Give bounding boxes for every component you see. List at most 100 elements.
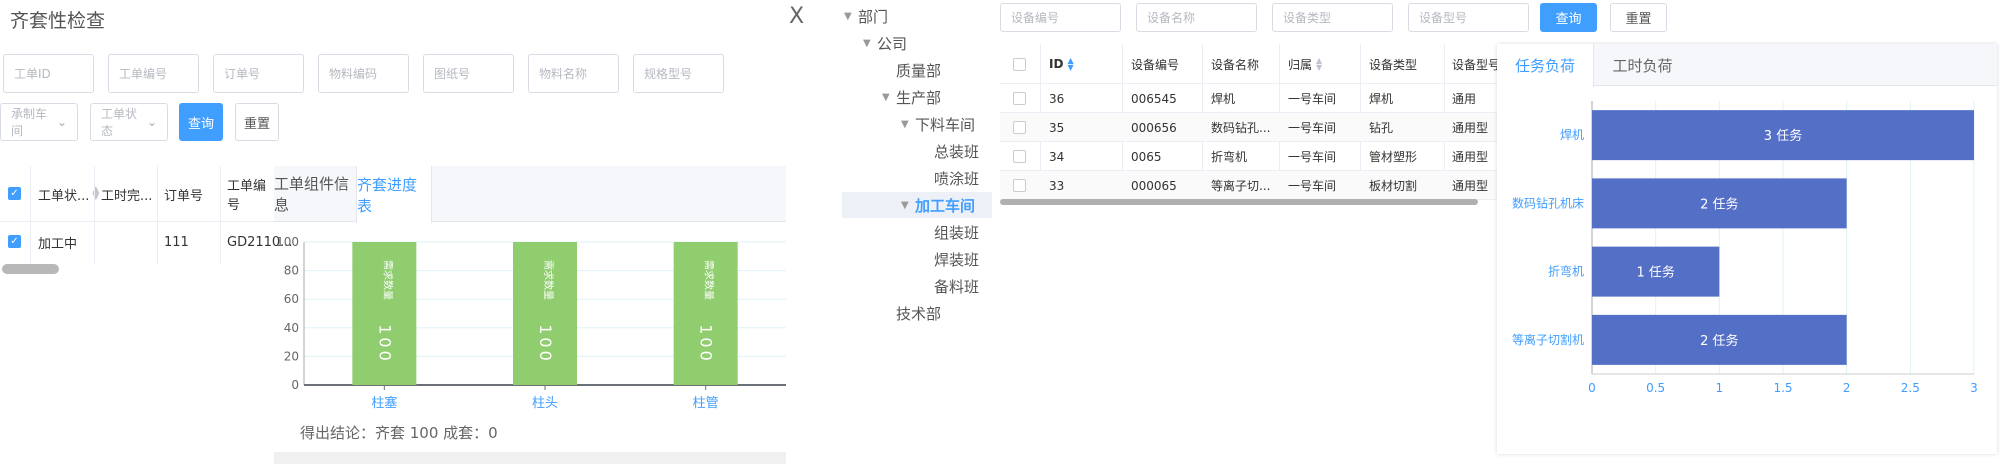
cell-id: 33 <box>1049 178 1065 193</box>
caret-down-icon[interactable]: ▼ <box>844 11 858 22</box>
spec-model-input[interactable]: 规格型号 <box>633 54 724 93</box>
tree-node-label: 喷涂班 <box>934 169 980 188</box>
x-category-label[interactable]: 柱管 <box>693 396 719 411</box>
x-tick-label: 2 <box>1843 381 1851 395</box>
row-checkbox[interactable] <box>1013 150 1026 163</box>
equipment-type-input[interactable]: 设备类型 <box>1272 3 1393 32</box>
progress-bar-chart: 0 20 40 60 80 100 需求数量 100 柱塞 需求数量 100 柱头 需求数量 100 柱管 <box>276 235 786 411</box>
tab-progress[interactable]: 齐套进度表 <box>356 166 432 223</box>
equipment-table: ID ▲ ▼ 设备编号 设备名称 归属 ▲ ▼ 设备类型 设备型号 36 006545 焊机 一号车间 焊机… <box>1000 44 1500 205</box>
row-checkbox[interactable] <box>1013 121 1026 134</box>
material-name-input[interactable]: 物料名称 <box>528 54 619 93</box>
tree-node[interactable]: ▼ 生产部 <box>842 84 992 110</box>
caret-down-icon[interactable]: ▼ <box>863 38 877 49</box>
chevron-down-icon: ⌄ <box>56 115 67 129</box>
y-category-label[interactable]: 数码钻孔机床 <box>1512 195 1584 210</box>
caret-down-icon[interactable]: ▼ <box>901 200 915 211</box>
col-header-code: 工单编号 <box>227 179 267 213</box>
cell-model: 通用型 <box>1452 150 1489 164</box>
table-row[interactable]: 35 000656 数码钻孔... 一号车间 钻孔 通用型 <box>1000 113 1500 142</box>
cell-name: 等离子切... <box>1211 179 1271 193</box>
y-category-label[interactable]: 折弯机 <box>1548 264 1584 279</box>
cell-name: 折弯机 <box>1211 150 1248 164</box>
order-table: ✓ 工单状... ▲ ▼ 工时完... 订单号 工单编号 ✓ 加工中 111 GD… <box>0 166 293 274</box>
col-header-status[interactable]: 工单状... ▲ ▼ <box>38 166 99 222</box>
reset-button[interactable]: 重置 <box>235 103 279 141</box>
query-button[interactable]: 查询 <box>179 103 223 141</box>
row-checkbox[interactable] <box>1013 92 1026 105</box>
sort-icon[interactable]: ▲ ▼ <box>1067 57 1073 72</box>
cell-status: 加工中 <box>38 236 78 252</box>
tree-node[interactable]: ▼ 下料车间 <box>842 111 992 137</box>
dialog-title: 齐套性检查 <box>10 10 106 32</box>
cell-type: 管材塑形 <box>1369 150 1418 164</box>
horizontal-scrollbar[interactable] <box>274 452 786 464</box>
close-icon[interactable]: X <box>789 4 804 29</box>
y-category-label[interactable]: 等离子切割机 <box>1512 332 1584 347</box>
order-code-input[interactable]: 工单编号 <box>108 54 199 93</box>
table-row[interactable]: ✓ 加工中 111 GD2110... <box>0 222 293 262</box>
x-category-label[interactable]: 柱头 <box>532 396 558 411</box>
row-checkbox[interactable] <box>1013 179 1026 192</box>
cell-owner: 一号车间 <box>1288 92 1337 106</box>
x-category-label[interactable]: 柱塞 <box>371 395 397 411</box>
tree-node-label: 生产部 <box>896 88 942 107</box>
bar-value-label: 3 任务 <box>1764 128 1802 144</box>
equipment-model-input[interactable]: 设备型号 <box>1408 3 1529 32</box>
department-tree: ▼ 部门 ▼ 公司 质量部 ▼ 生产部 ▼ 下料车间 总装班 喷涂班 ▼ 加工车间 组装班 焊装班 备料班 技术… <box>842 3 992 333</box>
tree-node[interactable]: 总装班 <box>842 138 992 164</box>
cell-owner: 一号车间 <box>1288 150 1337 164</box>
tree-node-label: 公司 <box>877 34 908 53</box>
table-row[interactable]: 33 000065 等离子切... 一号车间 板材切割 通用型 <box>1000 171 1500 200</box>
tree-node[interactable]: 技术部 <box>842 300 992 326</box>
tree-node[interactable]: 备料班 <box>842 273 992 299</box>
y-category-label[interactable]: 焊机 <box>1560 127 1584 142</box>
header-label: 设备类型 <box>1369 57 1418 72</box>
select-all-checkbox[interactable]: ✓ <box>8 187 21 200</box>
bar-sublabel: 需求数量 <box>542 260 555 300</box>
row-checkbox[interactable]: ✓ <box>8 235 21 248</box>
horizontal-scrollbar[interactable] <box>2 264 59 274</box>
tree-node[interactable]: 喷涂班 <box>842 165 992 191</box>
order-number-input[interactable]: 订单号 <box>213 54 304 93</box>
tree-node[interactable]: 焊装班 <box>842 246 992 272</box>
x-tick-label: 3 <box>1970 381 1978 395</box>
cell-type: 钻孔 <box>1369 121 1394 135</box>
x-tick-label: 1.5 <box>1773 381 1792 395</box>
tree-node[interactable]: 组装班 <box>842 219 992 245</box>
cell-order: 111 <box>164 234 189 250</box>
horizontal-scrollbar[interactable] <box>1000 199 1478 205</box>
tree-node[interactable]: ▼ 公司 <box>842 30 992 56</box>
conclusion-text: 得出结论：齐套 100 成套：0 <box>300 424 498 442</box>
cell-code: 000065 <box>1131 178 1177 193</box>
order-id-input[interactable]: 工单ID <box>3 54 94 93</box>
tab-task-load[interactable]: 任务负荷 <box>1497 44 1594 87</box>
equipment-code-input[interactable]: 设备编号 <box>1000 3 1121 32</box>
y-tick-label: 40 <box>284 321 299 335</box>
equipment-name-input[interactable]: 设备名称 <box>1136 3 1257 32</box>
cell-code: 0065 <box>1131 149 1162 164</box>
tree-node[interactable]: ▼ 加工车间 <box>842 192 992 218</box>
tree-node-label: 部门 <box>858 7 889 26</box>
sort-icon[interactable]: ▲ ▼ <box>1316 57 1322 72</box>
caret-down-icon[interactable]: ▼ <box>882 92 896 103</box>
tree-node[interactable]: ▼ 部门 <box>842 3 992 29</box>
caret-down-icon[interactable]: ▼ <box>901 119 915 130</box>
tree-node-label: 质量部 <box>896 61 942 80</box>
select-all-checkbox[interactable] <box>1013 58 1026 71</box>
workshop-select[interactable]: 承制车间 ⌄ <box>0 103 78 141</box>
equipment-query-button[interactable]: 查询 <box>1540 3 1597 32</box>
order-status-select[interactable]: 工单状态 ⌄ <box>90 103 168 141</box>
tree-node-label: 组装班 <box>934 223 980 242</box>
tab-component-info[interactable]: 工单组件信息 <box>274 166 356 222</box>
x-tick-label: 0.5 <box>1646 381 1665 395</box>
table-row[interactable]: 36 006545 焊机 一号车间 焊机 通用 <box>1000 84 1500 113</box>
equipment-reset-button[interactable]: 重置 <box>1610 3 1667 32</box>
tree-node[interactable]: 质量部 <box>842 57 992 83</box>
table-row[interactable]: 34 0065 折弯机 一号车间 管材塑形 通用型 <box>1000 142 1500 171</box>
material-code-input[interactable]: 物料编码 <box>318 54 409 93</box>
cell-owner: 一号车间 <box>1288 121 1337 135</box>
col-header-order: 订单号 <box>164 188 204 204</box>
drawing-no-input[interactable]: 图纸号 <box>423 54 514 93</box>
tab-hour-load[interactable]: 工时负荷 <box>1594 44 1691 86</box>
